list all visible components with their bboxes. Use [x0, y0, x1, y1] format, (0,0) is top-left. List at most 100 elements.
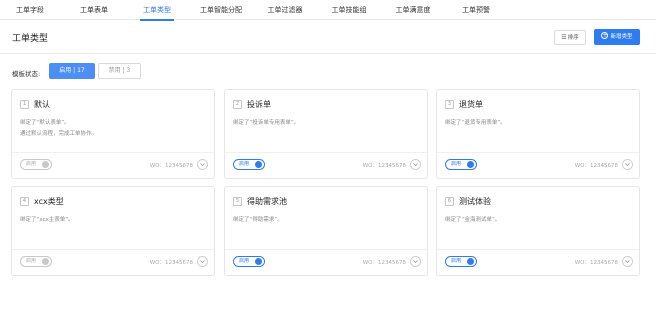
chevron-down-icon — [200, 260, 205, 263]
chevron-down-icon — [413, 260, 418, 263]
filter-disabled-button[interactable]: 禁用 | 3 — [98, 63, 141, 79]
card-title: 投诉单 — [247, 99, 271, 109]
status-filter-label: 模板状态: — [12, 70, 41, 78]
card-desc-line: 通过默认流程，完成工单协作。 — [20, 131, 98, 137]
card-description: 绑定了“退货专用表单”。 — [445, 118, 635, 129]
toggle-knob — [42, 161, 49, 168]
card-description: 绑定了“得助需求”。 — [233, 215, 423, 226]
wo-number: WO：12345678 — [362, 260, 406, 266]
enable-toggle[interactable]: 启用 — [445, 159, 477, 170]
type-card-complaint[interactable]: 2 投诉单 绑定了“投诉单专用表单”。 启用 WO：12345678 — [224, 89, 428, 179]
card-header: 4 xcx类型 — [20, 195, 64, 207]
tab-smart-assign[interactable]: 工单智能分配 — [199, 0, 243, 20]
plus-circle-icon: + — [601, 32, 609, 39]
card-divider — [12, 152, 214, 153]
tab-ticket-forms[interactable]: 工单表单 — [78, 0, 110, 20]
filter-enabled-button[interactable]: 启用 | 17 — [49, 63, 95, 79]
card-divider — [437, 249, 639, 250]
toggle-label: 启用 — [26, 161, 37, 167]
tab-bar: 工单字段 工单表单 工单类型 工单智能分配 工单过滤器 工单技能组 工单满意度 … — [0, 0, 656, 21]
type-card-default[interactable]: 1 默认 绑定了“默认表单”。 通过默认流程，完成工单协作。 启用 WO：123… — [11, 89, 215, 179]
toggle-label: 启用 — [451, 161, 462, 167]
chevron-down-icon — [413, 163, 418, 166]
card-divider — [225, 152, 427, 153]
card-number-badge: 3 — [445, 99, 454, 109]
toggle-label: 启用 — [239, 161, 250, 167]
wo-number: WO：12345678 — [362, 163, 406, 169]
enable-toggle[interactable]: 启用 — [20, 159, 52, 170]
expand-button[interactable] — [197, 256, 208, 267]
card-number-badge: 1 — [20, 99, 29, 109]
card-desc-line: 绑定了“投诉单专用表单”。 — [233, 120, 300, 126]
toggle-knob — [467, 161, 474, 168]
card-header: 1 默认 — [20, 98, 50, 110]
toggle-label: 启用 — [239, 258, 250, 264]
enable-toggle[interactable]: 启用 — [233, 256, 265, 267]
type-card-return[interactable]: 3 退货单 绑定了“退货专用表单”。 启用 WO：12345678 — [436, 89, 640, 179]
wo-number: WO：12345678 — [574, 260, 618, 266]
wo-number: WO：12345678 — [574, 163, 618, 169]
card-title: xcx类型 — [34, 196, 64, 206]
expand-button[interactable] — [197, 159, 208, 170]
toggle-knob — [255, 161, 262, 168]
card-desc-line: 绑定了“xcx主表单”。 — [20, 217, 74, 223]
card-title: 退货单 — [459, 99, 483, 109]
tab-ticket-fields[interactable]: 工单字段 — [14, 0, 46, 20]
card-divider — [437, 152, 639, 153]
card-divider — [225, 249, 427, 250]
wo-number: WO：12345678 — [149, 163, 193, 169]
ticket-type-page: 工单字段 工单表单 工单类型 工单智能分配 工单过滤器 工单技能组 工单满意度 … — [0, 0, 656, 316]
card-description: 绑定了“投诉单专用表单”。 — [233, 118, 423, 129]
card-desc-line: 绑定了“得助需求”。 — [233, 217, 283, 223]
card-title: 默认 — [34, 99, 50, 109]
add-type-label: 新增类型 — [610, 34, 633, 40]
list-icon: ☰ — [561, 34, 567, 41]
sort-button-label: 排序 — [567, 35, 579, 41]
card-header: 3 退货单 — [445, 98, 483, 110]
chevron-down-icon — [200, 163, 205, 166]
card-header: 5 得助需求池 — [233, 195, 287, 207]
toggle-knob — [42, 258, 49, 265]
card-description: 绑定了“金海测试单”。 — [445, 215, 635, 226]
card-desc-line: 绑定了“默认表单”。 — [20, 120, 70, 126]
type-card-xcx[interactable]: 4 xcx类型 绑定了“xcx主表单”。 启用 WO：12345678 — [11, 186, 215, 276]
card-description: 绑定了“xcx主表单”。 — [20, 215, 210, 226]
card-number-badge: 2 — [233, 99, 242, 109]
tab-ticket-filters[interactable]: 工单过滤器 — [266, 0, 304, 20]
card-number-badge: 5 — [233, 196, 242, 206]
wo-number: WO：12345678 — [149, 260, 193, 266]
card-title: 测试体验 — [459, 196, 491, 206]
tab-satisfaction[interactable]: 工单满意度 — [394, 0, 432, 20]
card-header: 6 测试体验 — [445, 195, 491, 207]
toggle-label: 启用 — [451, 258, 462, 264]
enable-toggle[interactable]: 启用 — [20, 256, 52, 267]
card-title: 得助需求池 — [247, 196, 287, 206]
toggle-knob — [255, 258, 262, 265]
expand-button[interactable] — [622, 256, 633, 267]
page-header: 工单类型 ☰排序 + 新增类型 — [0, 20, 656, 54]
enable-toggle[interactable]: 启用 — [233, 159, 265, 170]
card-number-badge: 6 — [445, 196, 454, 206]
card-divider — [12, 249, 214, 250]
card-header: 2 投诉单 — [233, 98, 271, 110]
enable-toggle[interactable]: 启用 — [445, 256, 477, 267]
toggle-label: 启用 — [26, 258, 37, 264]
tab-ticket-alerts[interactable]: 工单预警 — [460, 0, 492, 20]
add-type-button[interactable]: + 新增类型 — [594, 29, 640, 45]
type-card-test[interactable]: 6 测试体验 绑定了“金海测试单”。 启用 WO：12345678 — [436, 186, 640, 276]
chevron-down-icon — [625, 163, 630, 166]
page-title: 工单类型 — [12, 34, 49, 44]
tab-skill-groups[interactable]: 工单技能组 — [330, 0, 368, 20]
expand-button[interactable] — [410, 159, 421, 170]
tab-ticket-types[interactable]: 工单类型 — [140, 0, 174, 21]
chevron-down-icon — [625, 260, 630, 263]
type-card-demand-pool[interactable]: 5 得助需求池 绑定了“得助需求”。 启用 WO：12345678 — [224, 186, 428, 276]
card-desc-line: 绑定了“退货专用表单”。 — [445, 120, 506, 126]
expand-button[interactable] — [410, 256, 421, 267]
toggle-knob — [467, 258, 474, 265]
card-desc-line: 绑定了“金海测试单”。 — [445, 217, 501, 223]
sort-button[interactable]: ☰排序 — [554, 30, 586, 45]
card-number-badge: 4 — [20, 196, 29, 206]
card-description: 绑定了“默认表单”。 通过默认流程，完成工单协作。 — [20, 118, 210, 140]
expand-button[interactable] — [622, 159, 633, 170]
